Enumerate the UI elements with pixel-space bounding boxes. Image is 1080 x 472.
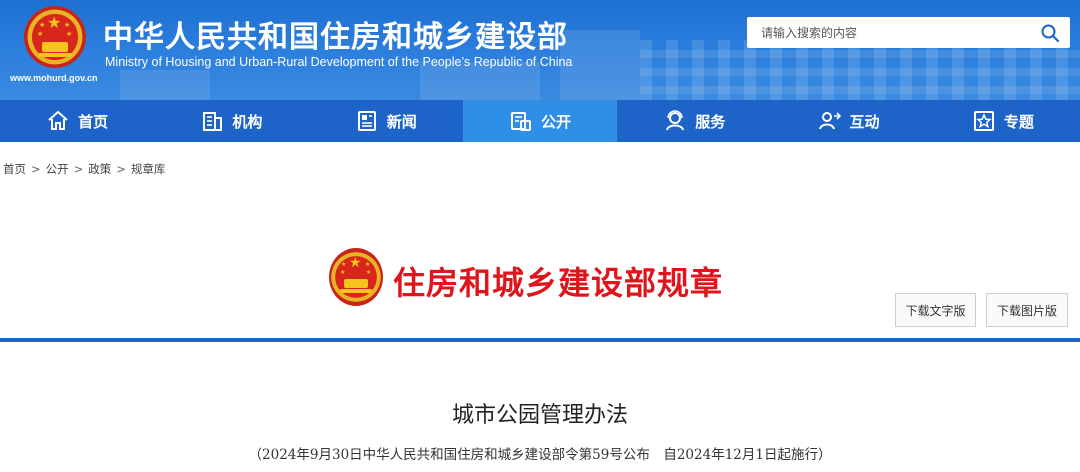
breadcrumb-disclosure[interactable]: 公开 <box>46 162 69 176</box>
nav-item-label: 公开 <box>540 112 571 131</box>
building-icon <box>200 109 224 133</box>
nav-item-home[interactable]: 首页 <box>0 100 154 142</box>
breadcrumb-policy[interactable]: 政策 <box>88 162 111 176</box>
nav-item-disclosure[interactable]: 公开 <box>462 100 618 142</box>
document-subtitle: （2024年9月30日中华人民共和国住房和城乡建设部令第59号公布 自2024年… <box>248 447 832 463</box>
site-url[interactable]: www.mohurd.gov.cn <box>10 73 98 83</box>
nav-item-service[interactable]: 服务 <box>617 100 771 142</box>
header-background-windows <box>640 40 1080 100</box>
header-background-building <box>120 70 210 100</box>
site-subtitle: Ministry of Housing and Urban-Rural Deve… <box>105 55 573 69</box>
breadcrumb-home[interactable]: 首页 <box>3 162 26 176</box>
banner-title: 住房和城乡建设部规章 <box>393 264 724 302</box>
search-box <box>747 17 1070 48</box>
nav-item-label: 首页 <box>78 112 109 131</box>
nav-item-label: 互动 <box>849 112 880 131</box>
interaction-icon <box>818 109 842 133</box>
national-emblem-logo[interactable]: ★ ★ ★ ★ ★ <box>24 6 86 68</box>
download-text-button[interactable]: 下载文字版 <box>895 293 976 327</box>
breadcrumb-separator: > <box>116 162 126 176</box>
site-title: 中华人民共和国住房和城乡建设部 <box>103 20 568 55</box>
nav-item-label: 服务 <box>695 112 726 131</box>
search-input[interactable] <box>747 17 1027 48</box>
nav-item-interaction[interactable]: 互动 <box>771 100 925 142</box>
disclosure-icon <box>509 109 533 133</box>
section-divider <box>0 338 1080 342</box>
main-nav: 首页 机构 新闻 公开 服务 互动 专题 <box>0 100 1080 142</box>
nav-item-news[interactable]: 新闻 <box>309 100 463 142</box>
nav-item-topic[interactable]: 专题 <box>926 100 1080 142</box>
breadcrumb-separator: > <box>31 162 41 176</box>
topic-star-icon <box>972 109 996 133</box>
breadcrumb: 首页 > 公开 > 政策 > 规章库 <box>3 161 165 177</box>
nav-item-organization[interactable]: 机构 <box>154 100 308 142</box>
download-image-button[interactable]: 下载图片版 <box>986 293 1068 327</box>
document-title: 城市公园管理办法 <box>451 403 628 428</box>
breadcrumb-regulations[interactable]: 规章库 <box>131 162 166 176</box>
nav-item-label: 机构 <box>232 112 263 131</box>
service-icon <box>663 109 687 133</box>
news-icon <box>355 109 379 133</box>
home-icon <box>46 109 70 133</box>
breadcrumb-separator: > <box>73 162 84 176</box>
nav-item-label: 专题 <box>1003 112 1034 131</box>
nav-item-label: 新闻 <box>386 112 417 131</box>
banner-emblem: ★ ★ ★ ★ ★ <box>329 248 383 306</box>
site-header: ★ ★ ★ ★ ★ 中华人民共和国住房和城乡建设部 Ministry of Ho… <box>0 0 1080 100</box>
search-icon[interactable] <box>1040 23 1060 43</box>
